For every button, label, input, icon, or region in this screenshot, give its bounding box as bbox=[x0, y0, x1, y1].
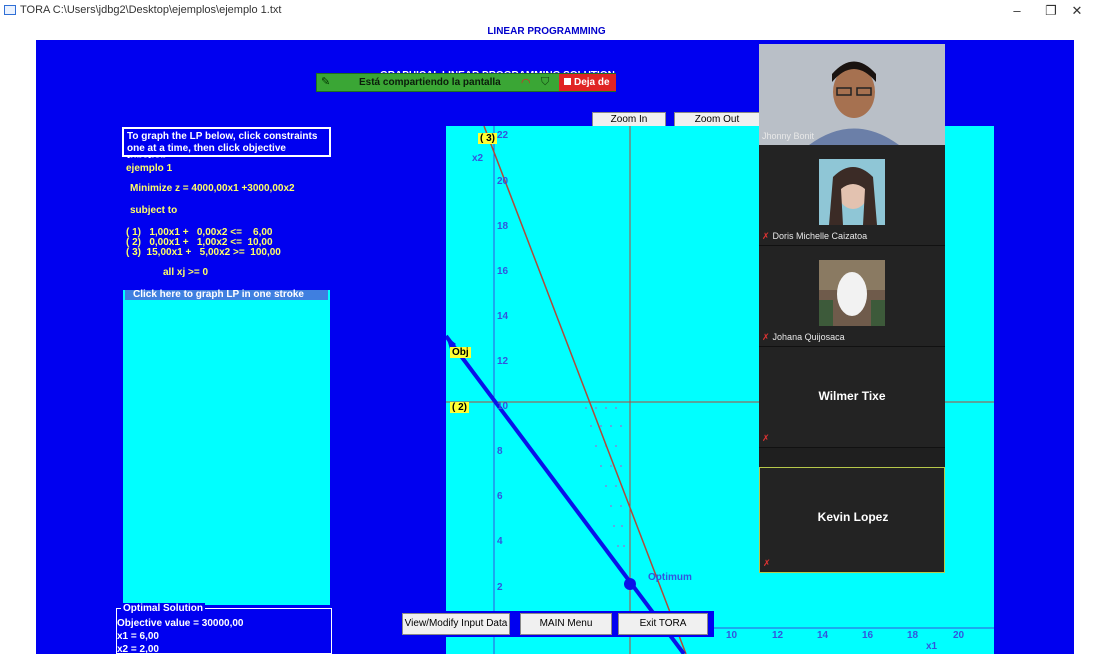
muted-mic-icon: ✗ bbox=[762, 332, 770, 342]
participant-photo bbox=[819, 159, 885, 225]
stop-share-label: Deja de bbox=[574, 77, 610, 88]
muted-mic-icon: ✗ bbox=[763, 558, 771, 568]
y-tick: 10 bbox=[497, 401, 509, 412]
window-titlebar: TORA C:\Users\jdbg2\Desktop\ejemplos\eje… bbox=[0, 0, 1093, 22]
participant-tile[interactable]: ✗ Doris Michelle Caizatoa bbox=[759, 145, 945, 246]
participant-name: Doris Michelle Caizatoa bbox=[772, 231, 868, 241]
lp-nonnegativity: all xj >= 0 bbox=[163, 267, 209, 278]
y-tick: 14 bbox=[497, 311, 509, 322]
close-icon[interactable]: ✕ bbox=[1060, 0, 1093, 22]
participant-photo bbox=[819, 260, 885, 326]
optimum-point[interactable] bbox=[624, 578, 636, 590]
participant-label: ✗ bbox=[763, 558, 774, 569]
main-menu-button[interactable]: MAIN Menu bbox=[520, 613, 612, 635]
objective-line[interactable] bbox=[446, 334, 686, 654]
participant-tile-active[interactable]: Kevin Lopez ✗ bbox=[759, 467, 945, 573]
stop-share-button[interactable]: Deja de bbox=[559, 74, 616, 91]
constraint-3-label: ( 3) bbox=[478, 133, 497, 144]
y-tick: 12 bbox=[497, 356, 509, 367]
tora-app-icon bbox=[4, 5, 16, 15]
lp-objective[interactable]: Minimize z = 4000,00x1 +3000,00x2 bbox=[130, 183, 295, 194]
y-tick: 20 bbox=[497, 176, 509, 187]
muted-mic-icon: ✗ bbox=[762, 231, 770, 241]
stop-icon bbox=[564, 78, 571, 85]
graph-one-stroke-button[interactable]: Click here to graph LP in one stroke bbox=[125, 290, 328, 300]
participant-tile[interactable]: Wilmer Tixe ✗ bbox=[759, 347, 945, 448]
objective-value: Objective value = 30000,00 bbox=[117, 618, 244, 629]
participant-name: Jhonny Bonit bbox=[762, 131, 815, 141]
y-tick: 6 bbox=[497, 491, 503, 502]
shield-icon[interactable]: ⛉ bbox=[541, 76, 549, 89]
window-title: TORA C:\Users\jdbg2\Desktop\ejemplos\eje… bbox=[20, 4, 282, 16]
share-message: Está compartiendo la pantalla bbox=[359, 77, 501, 88]
optimal-solution-header: Optimal Solution bbox=[121, 603, 205, 614]
lp-name: ejemplo 1 bbox=[126, 163, 173, 174]
y-tick: 8 bbox=[497, 446, 503, 457]
x-tick: 20 bbox=[953, 630, 965, 641]
x-tick: 16 bbox=[862, 630, 874, 641]
y-tick: 22 bbox=[497, 130, 509, 141]
x-tick: 12 bbox=[772, 630, 784, 641]
banner-strip: LINEAR PROGRAMMING bbox=[8, 26, 1085, 40]
annotate-icon[interactable]: ◠ bbox=[521, 76, 531, 89]
lp-model-panel: ejemplo 1 Minimize z = 4000,00x1 +3000,0… bbox=[122, 158, 332, 606]
lp-subject-to: subject to bbox=[130, 205, 178, 216]
participant-label: ✗ Doris Michelle Caizatoa bbox=[762, 231, 867, 242]
participants-panel: Jhonny Bonit ✗ Doris Michelle Caizatoa ✗ J… bbox=[759, 44, 945, 573]
x1-value: x1 = 6,00 bbox=[117, 631, 159, 642]
banner-title: LINEAR PROGRAMMING bbox=[487, 26, 606, 37]
screen-share-bar[interactable]: ✎ Está compartiendo la pantalla ◠ ⛉ Deja… bbox=[316, 73, 616, 92]
y-tick: 2 bbox=[497, 582, 503, 593]
participant-label: ✗ bbox=[762, 433, 773, 444]
participant-name: Johana Quijosaca bbox=[772, 332, 845, 342]
exit-tora-button[interactable]: Exit TORA bbox=[618, 613, 708, 635]
y-tick: 18 bbox=[497, 221, 509, 232]
participant-tile[interactable]: Jhonny Bonit bbox=[759, 44, 945, 145]
x2-value: x2 = 2,00 bbox=[117, 644, 159, 655]
participant-video bbox=[759, 44, 945, 145]
x-axis-label: x1 bbox=[926, 641, 938, 652]
y-tick: 4 bbox=[497, 536, 503, 547]
y-axis-label: x2 bbox=[472, 153, 484, 164]
objective-label: Obj bbox=[450, 347, 471, 358]
lp-constraint-3[interactable]: ( 3) 15,00x1 + 5,00x2 >= 100,00 bbox=[126, 247, 281, 258]
minimize-icon[interactable]: – bbox=[1000, 0, 1034, 22]
x-tick: 10 bbox=[726, 630, 738, 641]
participant-label: ✗ Johana Quijosaca bbox=[762, 332, 845, 343]
optimal-solution-box: Optimal Solution Objective value = 30000… bbox=[116, 603, 332, 655]
view-modify-input-button[interactable]: View/Modify Input Data bbox=[402, 613, 510, 635]
participant-name: Wilmer Tixe bbox=[818, 389, 886, 403]
optimum-label: Optimum bbox=[648, 572, 692, 583]
pin-icon[interactable]: ✎ bbox=[321, 75, 330, 88]
y-tick: 16 bbox=[497, 266, 509, 277]
x-tick: 18 bbox=[907, 630, 919, 641]
x-tick: 14 bbox=[817, 630, 829, 641]
muted-mic-icon: ✗ bbox=[762, 433, 770, 443]
participant-tile[interactable]: ✗ Johana Quijosaca bbox=[759, 246, 945, 347]
left-margin bbox=[8, 40, 36, 654]
participant-name: Kevin Lopez bbox=[817, 510, 889, 524]
constraint-2-label: ( 2) bbox=[450, 402, 469, 413]
lp-model-block bbox=[123, 159, 332, 290]
instructions-box: To graph the LP below, click constraints… bbox=[122, 127, 331, 166]
right-margin bbox=[1074, 40, 1085, 654]
